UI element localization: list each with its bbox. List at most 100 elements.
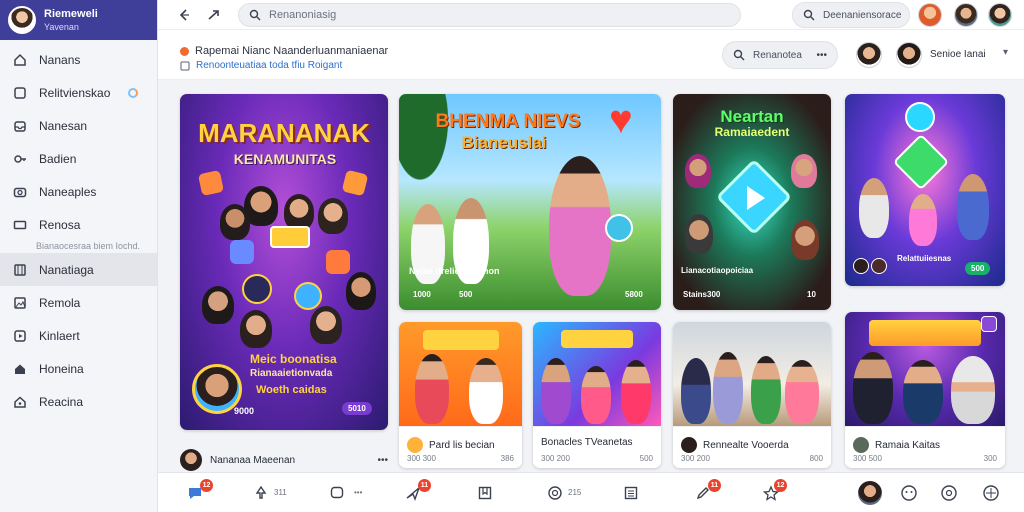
avatar [853, 258, 869, 274]
upload-count: 311 [274, 488, 287, 497]
beach-subtitle: Bianeuslai [461, 133, 547, 152]
person-figure [310, 306, 342, 344]
avatar[interactable] [856, 42, 882, 68]
content-header: Rapemai Nianc Naanderluanmaniaenar Renoo… [158, 30, 1024, 80]
floating-icon [981, 316, 997, 332]
game-subtitle: Ramaiaedent [714, 125, 790, 139]
dance-pill[interactable]: 500 [965, 262, 991, 275]
chevron-down-icon[interactable]: ▾ [1003, 47, 1008, 58]
tile-title: Bonacles TVeanetas [541, 437, 633, 448]
search-icon [733, 49, 745, 61]
list-icon[interactable] [620, 482, 642, 504]
sidebar-item-label: Honeina [39, 361, 84, 376]
person-figure [713, 352, 743, 424]
sidebar-item-5[interactable]: Renosa [0, 208, 157, 241]
profile-header[interactable]: Riemeweli Yavenan [0, 0, 157, 40]
back-icon[interactable] [172, 3, 196, 27]
sidebar-item-label: Nanesan [39, 118, 88, 133]
phone-prop [605, 214, 633, 242]
comment-more: ••• [354, 488, 363, 497]
tile-title: Ramaia Kaitas [853, 437, 940, 453]
upload-icon[interactable] [250, 482, 272, 504]
more-icon[interactable]: ••• [816, 50, 827, 61]
game-card[interactable]: Neartan Ramaiaedent Lianacotiaopoiciaa S… [673, 94, 831, 310]
tile-art-title [869, 320, 981, 346]
link-icon [180, 61, 190, 70]
settings-icon[interactable] [938, 482, 960, 504]
search-placeholder: Renanoniasig [269, 9, 337, 21]
sidebar-item-2[interactable]: Nanesan [0, 109, 157, 142]
avatar[interactable] [896, 42, 922, 68]
tile-card-4[interactable]: Ramaia Kaitas 300 500 300 [845, 312, 1005, 468]
featured-pill[interactable]: 5010 [342, 402, 372, 415]
content-search-input[interactable]: Renanotea ••• [722, 41, 838, 69]
person-figure [751, 356, 781, 424]
beach-meta-2: 500 [459, 290, 473, 299]
forward-icon[interactable] [202, 3, 226, 27]
search-input[interactable]: Renanoniasig [238, 3, 741, 27]
person-figure [909, 194, 937, 246]
comment-icon[interactable] [326, 482, 348, 504]
secondary-search-input[interactable]: Deenaniensorace [792, 2, 910, 28]
house-icon [15, 364, 25, 374]
avatar[interactable] [954, 3, 978, 27]
more-icon[interactable]: ••• [377, 455, 388, 466]
inbox-icon [14, 120, 26, 132]
globe-count: 215 [568, 488, 582, 497]
status-indicator [128, 87, 138, 98]
search-icon [803, 9, 815, 21]
avatar[interactable] [8, 6, 36, 34]
globe-icon[interactable] [544, 482, 566, 504]
sidebar-item-0[interactable]: Nanans [0, 43, 157, 76]
person-figure [202, 286, 234, 324]
bookmark-icon[interactable] [474, 482, 496, 504]
avatar[interactable] [988, 3, 1012, 27]
help-icon[interactable] [980, 482, 1002, 504]
search-label: Deenaniensorace [823, 9, 902, 21]
person-figure [240, 310, 272, 348]
person-figure [951, 356, 995, 424]
beach-title: BHENMA NIEVS [435, 111, 581, 132]
film-icon [14, 263, 26, 276]
tile-card-3[interactable]: Rennealte Vooerda 300 200 800 [673, 322, 831, 468]
tile-card-1[interactable]: Pard lis becian 300 300 386 [399, 322, 522, 468]
avatar[interactable] [858, 481, 882, 505]
subtitle-link[interactable]: Renoonteuatiaa toda tfiu Roigant [180, 60, 342, 71]
person-figure [903, 360, 943, 424]
sidebar-item-1[interactable]: Relitvienskao [0, 76, 157, 109]
image-icon [14, 296, 26, 309]
person-figure [621, 360, 651, 424]
sidebar-item-10[interactable]: Reacina [0, 385, 157, 418]
lock-icon [14, 395, 26, 408]
tile-title: Pard lis becian [407, 437, 495, 453]
beach-caption: Neiae dreliciaonenon [409, 266, 500, 276]
person-figure [220, 204, 250, 240]
emoji-icon[interactable] [898, 482, 920, 504]
sidebar-item-6[interactable]: Nanatiaga [0, 253, 157, 286]
tile-views: 300 200 [681, 454, 710, 463]
tile-card-2[interactable]: Bonacles TVeanetas 300 200 500 [533, 322, 661, 468]
person-figure [549, 156, 611, 296]
play-icon [14, 329, 26, 342]
sidebar-item-7[interactable]: Remola [0, 286, 157, 319]
post-preview[interactable]: Nananaa Maeenan ••• [180, 448, 388, 472]
floating-icon [905, 102, 935, 132]
floating-icon [242, 274, 272, 304]
avatar [853, 437, 869, 453]
featured-card[interactable]: MARANANAK KENAMUNITAS Meic boonatisa Ria… [180, 94, 388, 430]
sidebar-item-8[interactable]: Kinlaert [0, 319, 157, 352]
featured-count: 9000 [234, 406, 255, 416]
featured-title: MARANANAK [198, 118, 370, 148]
beach-card[interactable]: BHENMA NIEVS Bianeuslai ♥ Neiae drelicia… [399, 94, 661, 310]
search-icon [249, 9, 261, 21]
sidebar-item-9[interactable]: Honeina [0, 352, 157, 385]
person-figure [785, 360, 819, 424]
post-title: Nananaa Maeenan [210, 454, 296, 466]
sidebar-item-4[interactable]: Naneaples [0, 175, 157, 208]
sidebar-item-label: Nanatiaga [39, 262, 94, 277]
dance-card[interactable]: Relattuiiesnas 500 [845, 94, 1005, 286]
content-search-label: Renanotea [753, 49, 802, 61]
user-name[interactable]: Senioe Ianai [930, 49, 986, 60]
notification-avatar[interactable] [918, 3, 942, 27]
sidebar-item-3[interactable]: Badien [0, 142, 157, 175]
